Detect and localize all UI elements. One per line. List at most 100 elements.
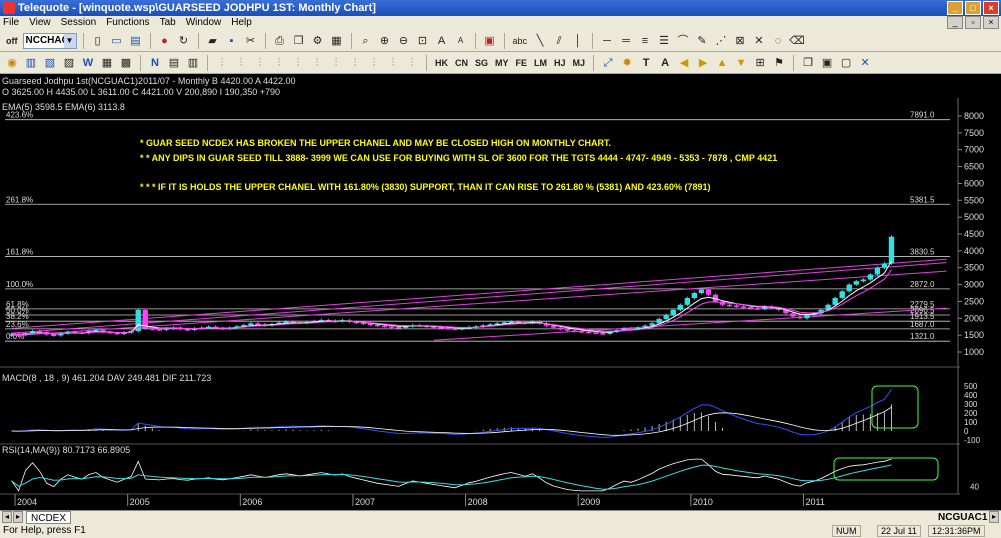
price-chart[interactable]: 423.6% 7891.0 261.8% 5381.5 161.8% 3830.5 100.… [0, 74, 1001, 510]
period-button-my[interactable]: MY [493, 55, 511, 71]
text-button[interactable]: T [638, 55, 654, 71]
calculator-icon[interactable]: ▣ [482, 33, 498, 49]
fibonacci-icon[interactable]: ☰ [656, 33, 672, 49]
open-window-icon[interactable]: ▭ [109, 33, 125, 49]
title-bar[interactable]: Telequote - [winquote.wsp\GUARSEED JODHP… [0, 0, 1001, 16]
globe-icon[interactable]: ● [157, 33, 173, 49]
text-tool-button[interactable]: abc [511, 33, 530, 49]
chart-tool-icon[interactable]: ⊞ [752, 55, 768, 71]
menu-help[interactable]: Help [231, 16, 252, 30]
window-list-icon[interactable]: ▤ [128, 33, 144, 49]
arc-icon[interactable]: ⌒ [675, 33, 691, 49]
period-button-hj[interactable]: HJ [552, 55, 568, 71]
period-button-lm[interactable]: LM [532, 55, 549, 71]
font-up-button[interactable]: A [434, 33, 450, 49]
gann-fan-icon[interactable]: ⋰ [713, 33, 729, 49]
candle-icon[interactable]: ▥ [23, 55, 39, 71]
tile-icon[interactable]: ▤ [166, 55, 182, 71]
settings-icon[interactable]: ⚙ [310, 33, 326, 49]
indicator-5-icon[interactable]: ⫶ [290, 55, 306, 71]
copy-chart-icon[interactable]: ❐ [800, 55, 816, 71]
minimize-button[interactable]: _ [947, 1, 963, 15]
period-button-sg[interactable]: SG [473, 55, 490, 71]
search-icon[interactable]: ⌕ [358, 33, 374, 49]
line-tool-icon[interactable]: ╲ [532, 33, 548, 49]
arrow-up-icon[interactable]: ▲ [714, 55, 730, 71]
menu-view[interactable]: View [29, 16, 51, 30]
menu-session[interactable]: Session [61, 16, 97, 30]
channel-icon[interactable]: ≡ [637, 33, 653, 49]
indicator-1-icon[interactable]: ⫶ [214, 55, 230, 71]
child-restore-button[interactable]: ▫ [965, 16, 981, 29]
fit-icon[interactable]: ⊡ [415, 33, 431, 49]
menu-window[interactable]: Window [186, 16, 222, 30]
save-chart-icon[interactable]: ▣ [819, 55, 835, 71]
menu-file[interactable]: File [3, 16, 19, 30]
refresh-icon[interactable]: ↻ [176, 33, 192, 49]
cross-icon[interactable]: ✕ [751, 33, 767, 49]
ellipse-icon[interactable]: ◌ [770, 33, 786, 49]
double-line-icon[interactable]: ═ [618, 33, 634, 49]
child-minimize-button[interactable]: _ [947, 16, 963, 29]
copy-icon[interactable]: ❐ [291, 33, 307, 49]
grid-pattern-icon[interactable]: ⊠ [732, 33, 748, 49]
save-icon[interactable]: ▪ [224, 33, 240, 49]
period-button-mj[interactable]: MJ [571, 55, 588, 71]
parallel-lines-icon[interactable]: ⫽ [551, 33, 567, 49]
print-icon[interactable]: ⎙ [272, 33, 288, 49]
vertical-line-icon[interactable]: │ [570, 33, 586, 49]
indicator-7-icon[interactable]: ⫶ [328, 55, 344, 71]
chart-area[interactable]: 423.6% 7891.0 261.8% 5381.5 161.8% 3830.5 100.… [0, 74, 1001, 510]
big-a-button[interactable]: A [657, 55, 673, 71]
n-button[interactable]: N [147, 55, 163, 71]
layout-icon[interactable]: ▨ [61, 55, 77, 71]
off-button[interactable]: off [4, 33, 20, 49]
indicator-11-icon[interactable]: ⫶ [404, 55, 420, 71]
chart-properties-icon[interactable]: ▦ [329, 33, 345, 49]
indicator-2-icon[interactable]: ⫶ [233, 55, 249, 71]
tab-next-button[interactable]: ▸ [13, 511, 23, 523]
period-button-cn[interactable]: CN [453, 55, 470, 71]
pen-icon[interactable]: ✎ [694, 33, 710, 49]
period-button-hk[interactable]: HK [433, 55, 450, 71]
symbol-combo[interactable]: NCCHAQ ▼ [22, 32, 77, 49]
indicator-6-icon[interactable]: ⫶ [309, 55, 325, 71]
chart-style-icon[interactable]: ◉ [4, 55, 20, 71]
eraser-icon[interactable]: ⌫ [789, 33, 805, 49]
scroll-right-button[interactable]: ▸ [989, 511, 999, 523]
period-button-fe[interactable]: FE [514, 55, 530, 71]
bar-icon[interactable]: ▧ [42, 55, 58, 71]
trend-icon[interactable]: ⤢ [600, 55, 616, 71]
sun-icon[interactable]: ✹ [619, 55, 635, 71]
menu-functions[interactable]: Functions [106, 16, 149, 30]
maximize-button[interactable]: □ [965, 1, 981, 15]
horizontal-line-icon[interactable]: ─ [599, 33, 615, 49]
cut-icon[interactable]: ✂ [243, 33, 259, 49]
remove-icon[interactable]: ✕ [857, 55, 873, 71]
arrow-left-icon[interactable]: ◀ [676, 55, 692, 71]
tab-ncdex[interactable]: NCDEX [26, 511, 72, 524]
table-icon[interactable]: ▦ [99, 55, 115, 71]
zoom-out-icon[interactable]: ⊖ [396, 33, 412, 49]
candle-body [550, 325, 557, 328]
indicator-8-icon[interactable]: ⫶ [347, 55, 363, 71]
indicator-4-icon[interactable]: ⫶ [271, 55, 287, 71]
w-button[interactable]: W [80, 55, 96, 71]
grid-icon[interactable]: ▩ [118, 55, 134, 71]
cascade-icon[interactable]: ▥ [185, 55, 201, 71]
chart-window-icon[interactable]: ▢ [838, 55, 854, 71]
font-down-button[interactable]: A [453, 33, 469, 49]
menu-tab[interactable]: Tab [160, 16, 176, 30]
new-file-icon[interactable]: ▯ [90, 33, 106, 49]
arrow-down-icon[interactable]: ▼ [733, 55, 749, 71]
tab-prev-button[interactable]: ◂ [2, 511, 12, 523]
close-button[interactable]: × [983, 1, 999, 15]
indicator-10-icon[interactable]: ⫶ [385, 55, 401, 71]
arrow-right-icon[interactable]: ▶ [695, 55, 711, 71]
flag-icon[interactable]: ⚑ [771, 55, 787, 71]
indicator-3-icon[interactable]: ⫶ [252, 55, 268, 71]
open-folder-icon[interactable]: ▰ [205, 33, 221, 49]
indicator-9-icon[interactable]: ⫶ [366, 55, 382, 71]
child-close-button[interactable]: × [983, 16, 999, 29]
zoom-in-icon[interactable]: ⊕ [377, 33, 393, 49]
